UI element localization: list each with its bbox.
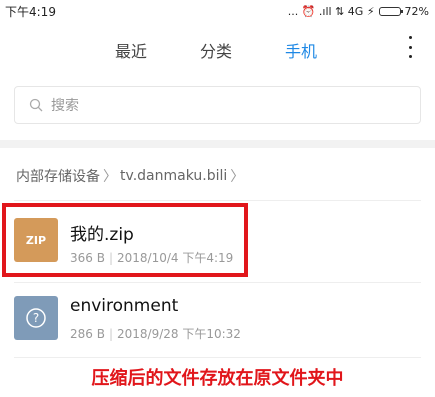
- more-menu-icon[interactable]: [407, 36, 413, 58]
- search-icon: [29, 98, 43, 112]
- status-time: 下午4:19: [5, 4, 56, 19]
- signal-icons: ... ⏰ .ıll ⇅ 4G ⚡: [287, 4, 375, 18]
- breadcrumb-separator-icon: 〉: [103, 169, 117, 185]
- status-bar: 下午4:19 ... ⏰ .ıll ⇅ 4G ⚡ 72%: [0, 0, 435, 22]
- breadcrumb-root[interactable]: 内部存储设备: [16, 166, 100, 186]
- highlight-box: [2, 203, 248, 277]
- search-area: 搜索: [0, 74, 435, 138]
- section-divider: [0, 140, 435, 148]
- divider: [14, 357, 421, 358]
- file-date: 2018/9/28 下午10:32: [117, 327, 241, 341]
- breadcrumb: 内部存储设备 〉 tv.danmaku.bili 〉: [16, 166, 244, 186]
- status-icons: ... ⏰ .ıll ⇅ 4G ⚡ 72%: [288, 5, 429, 18]
- file-meta: 286 B | 2018/9/28 下午10:32: [70, 327, 241, 341]
- unknown-file-icon: ?: [14, 296, 58, 340]
- caption: 压缩后的文件存放在原文件夹中: [91, 368, 344, 389]
- tab-recent[interactable]: 最近: [115, 38, 147, 62]
- breadcrumb-separator-icon: 〉: [230, 169, 245, 185]
- file-row-environment[interactable]: ? environment 286 B | 2018/9/28 下午10:32: [0, 283, 435, 363]
- tab-bar: 最近 分类 手机: [0, 22, 435, 74]
- file-size: 286 B: [70, 327, 105, 341]
- file-name: environment: [70, 296, 179, 316]
- tab-phone[interactable]: 手机: [285, 38, 317, 62]
- tab-category[interactable]: 分类: [200, 38, 232, 62]
- search-input[interactable]: 搜索: [14, 86, 421, 124]
- search-placeholder: 搜索: [51, 98, 79, 114]
- breadcrumb-folder[interactable]: tv.danmaku.bili: [120, 168, 227, 184]
- svg-text:?: ?: [33, 311, 39, 325]
- battery-icon: [378, 6, 403, 16]
- battery-percent: 72%: [404, 4, 429, 18]
- question-icon: ?: [26, 308, 46, 328]
